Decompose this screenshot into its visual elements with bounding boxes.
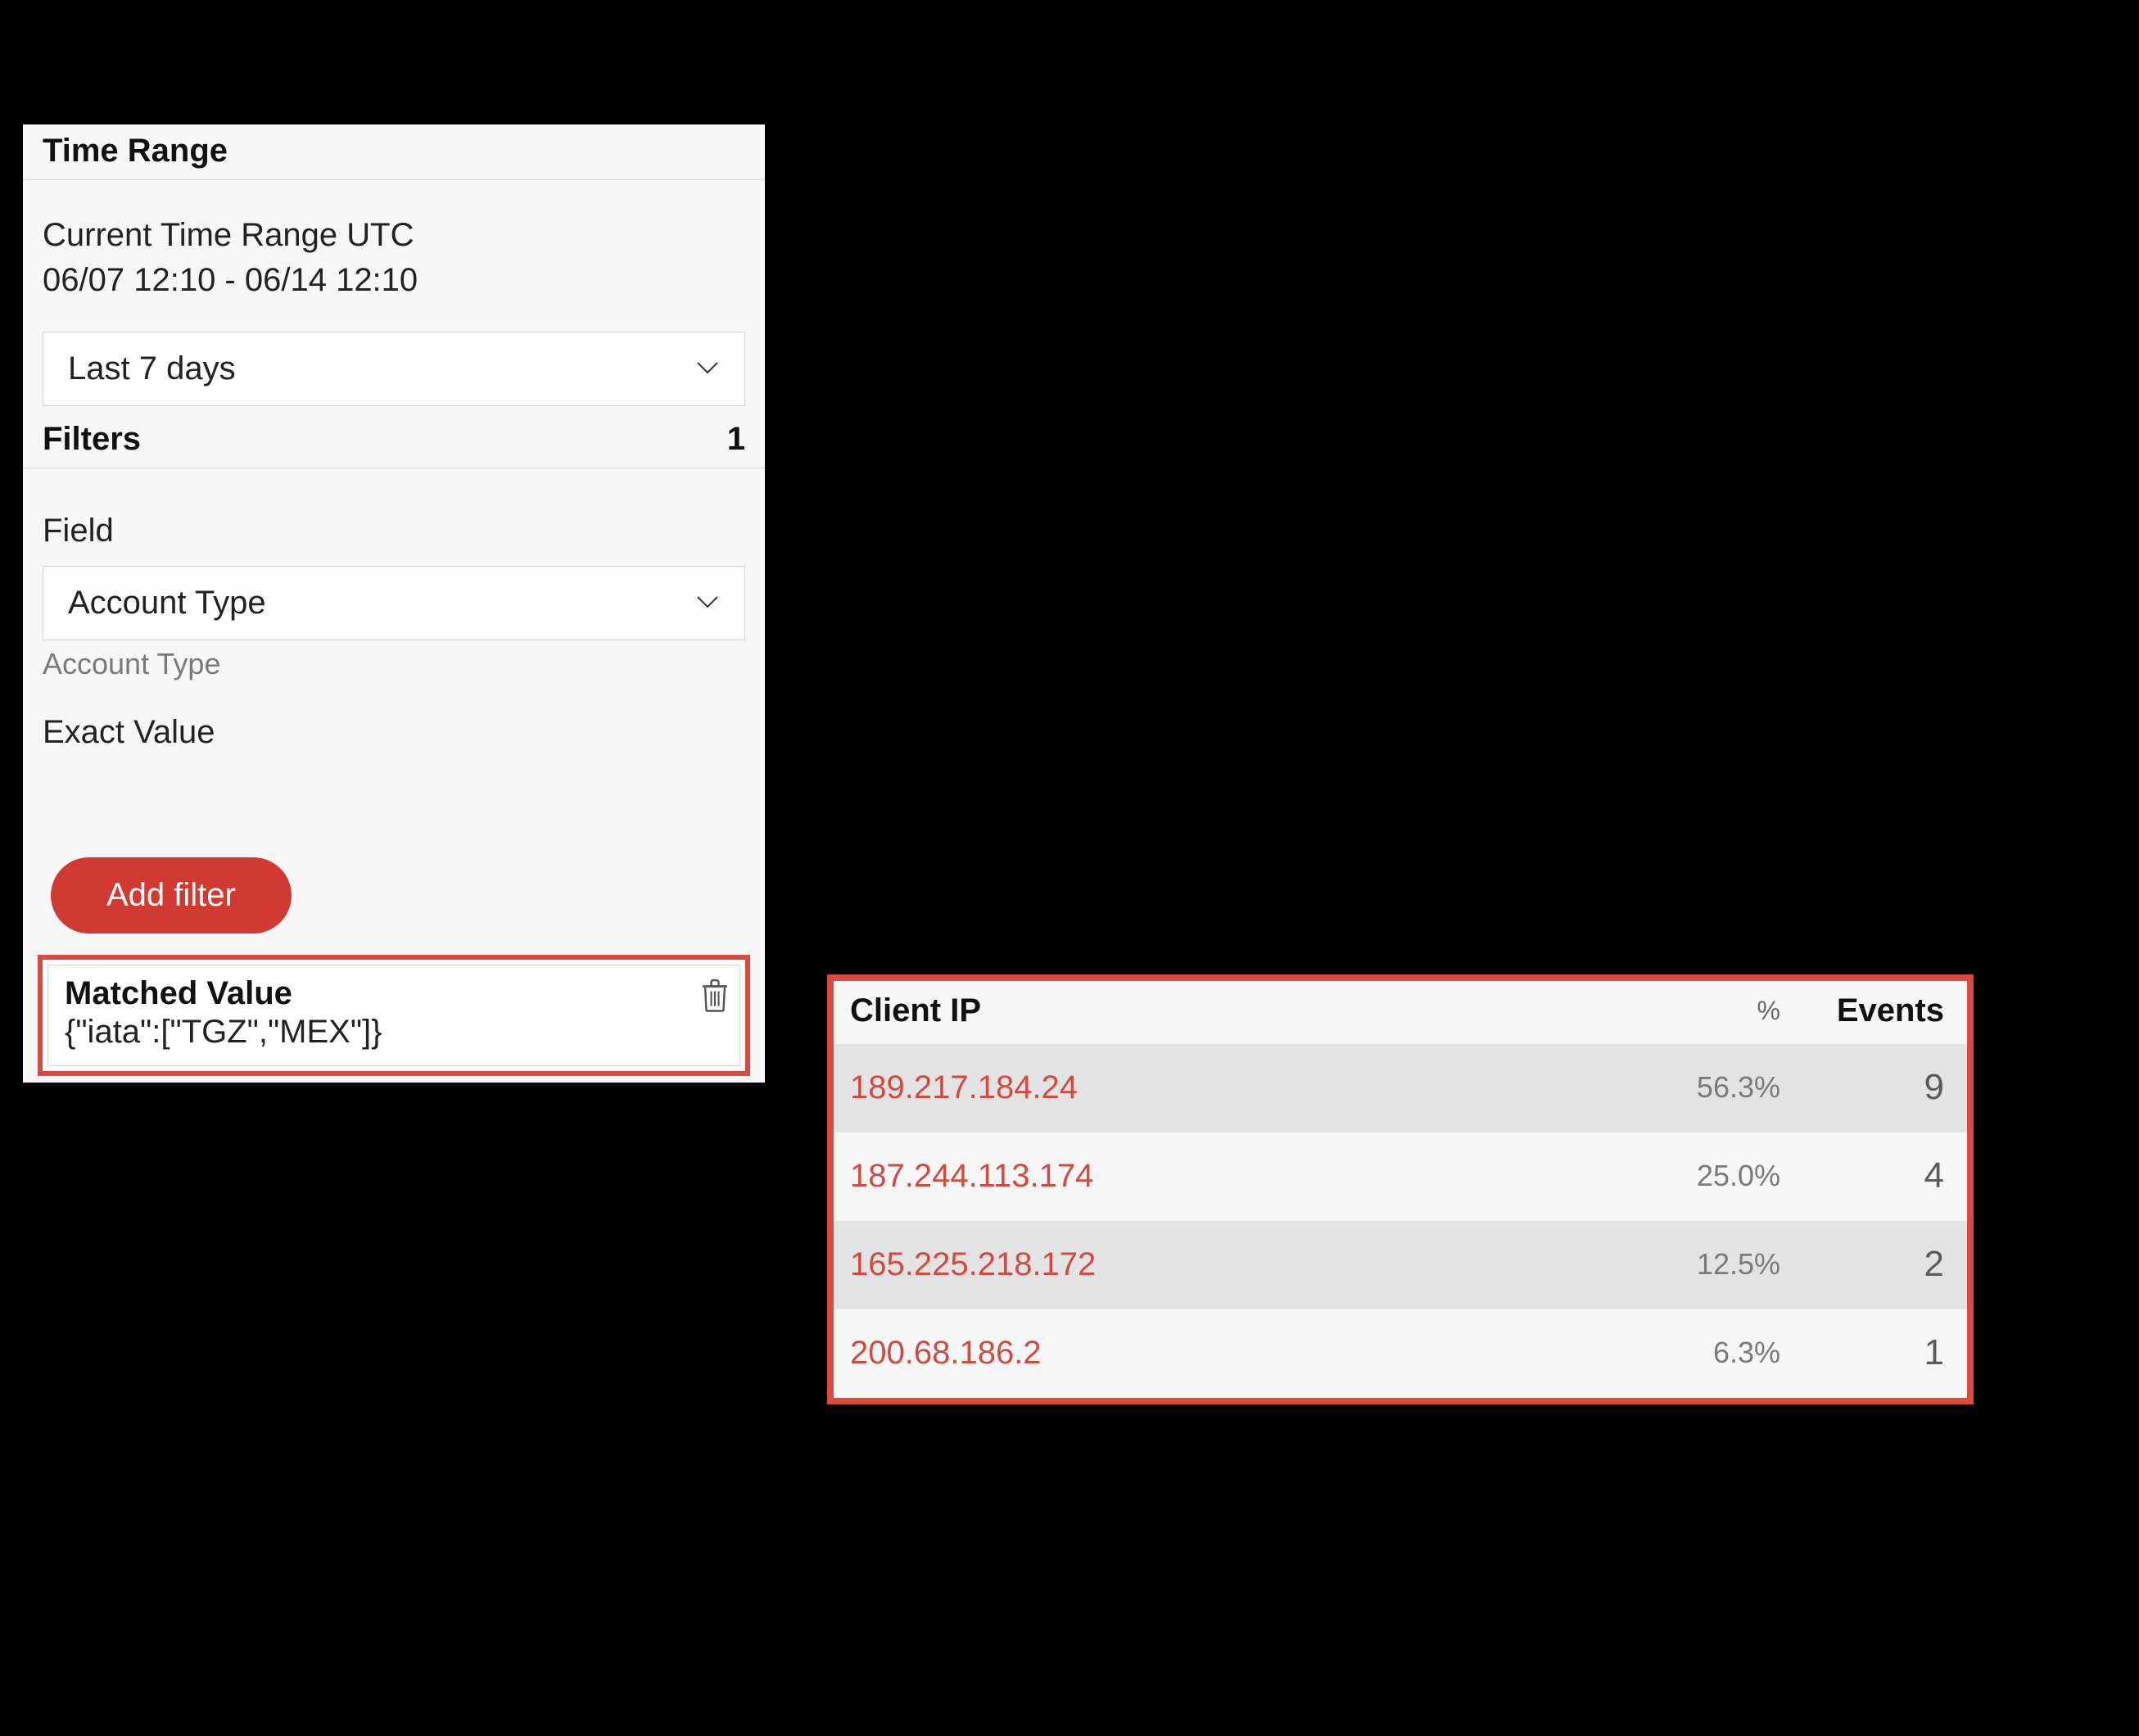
time-range-preset-selected: Last 7 days xyxy=(68,350,236,387)
table-row[interactable]: 189.217.184.24 56.3% 9 xyxy=(834,1044,1967,1132)
matched-value-text: {"iata":["TGZ","MEX"]} xyxy=(65,1014,723,1051)
field-select[interactable]: Account Type xyxy=(43,566,745,640)
field-subtext: Account Type xyxy=(43,647,745,681)
events-cell: 4 xyxy=(1780,1155,1944,1196)
time-range-body: Current Time Range UTC 06/07 12:10 - 06/… xyxy=(23,180,765,406)
percent-cell: 25.0% xyxy=(1600,1159,1780,1193)
current-time-range-label: Current Time Range UTC xyxy=(43,213,745,257)
time-range-preset-select[interactable]: Last 7 days xyxy=(43,332,745,406)
column-header-events[interactable]: Events xyxy=(1780,992,1944,1029)
filters-body: Field Account Type Account Type Exact Va… xyxy=(23,468,765,955)
percent-cell: 6.3% xyxy=(1600,1336,1780,1370)
chevron-down-icon xyxy=(695,593,720,613)
client-ip-table-highlight: Client IP % Events 189.217.184.24 56.3% … xyxy=(827,974,1974,1404)
chevron-down-icon xyxy=(695,359,720,379)
client-ip-cell[interactable]: 189.217.184.24 xyxy=(850,1069,1600,1106)
filters-title: Filters xyxy=(43,421,141,458)
exact-value-label: Exact Value xyxy=(43,714,745,751)
time-range-title: Time Range xyxy=(43,133,228,170)
column-header-percent: % xyxy=(1600,996,1780,1026)
matched-value-highlight: Matched Value {"iata":["TGZ","MEX"]} xyxy=(38,955,750,1076)
events-cell: 2 xyxy=(1780,1244,1944,1285)
sidebar-panel: Time Range Current Time Range UTC 06/07 … xyxy=(23,124,765,1083)
table-row[interactable]: 165.225.218.172 12.5% 2 xyxy=(834,1221,1967,1309)
column-header-client-ip[interactable]: Client IP xyxy=(850,992,1600,1029)
matched-value-card: Matched Value {"iata":["TGZ","MEX"]} xyxy=(47,965,740,1066)
add-filter-button[interactable]: Add filter xyxy=(51,857,292,934)
delete-filter-button[interactable] xyxy=(700,977,730,1017)
events-cell: 9 xyxy=(1780,1067,1944,1108)
client-ip-cell[interactable]: 187.244.113.174 xyxy=(850,1158,1600,1195)
field-selected: Account Type xyxy=(68,585,266,622)
table-row[interactable]: 200.68.186.2 6.3% 1 xyxy=(834,1309,1967,1398)
client-ip-cell[interactable]: 165.225.218.172 xyxy=(850,1246,1600,1283)
percent-cell: 56.3% xyxy=(1600,1070,1780,1105)
field-label: Field xyxy=(43,513,745,549)
percent-cell: 12.5% xyxy=(1600,1247,1780,1282)
trash-icon xyxy=(700,977,730,1013)
client-ip-cell[interactable]: 200.68.186.2 xyxy=(850,1335,1600,1372)
client-ip-table-header: Client IP % Events xyxy=(834,981,1967,1044)
time-range-header: Time Range xyxy=(23,124,765,180)
table-row[interactable]: 187.244.113.174 25.0% 4 xyxy=(834,1132,1967,1221)
filters-count: 1 xyxy=(727,421,745,458)
matched-value-title: Matched Value xyxy=(65,975,723,1012)
current-time-range-value: 06/07 12:10 - 06/14 12:10 xyxy=(43,262,745,299)
filters-header: Filters 1 xyxy=(23,413,765,468)
events-cell: 1 xyxy=(1780,1332,1944,1373)
